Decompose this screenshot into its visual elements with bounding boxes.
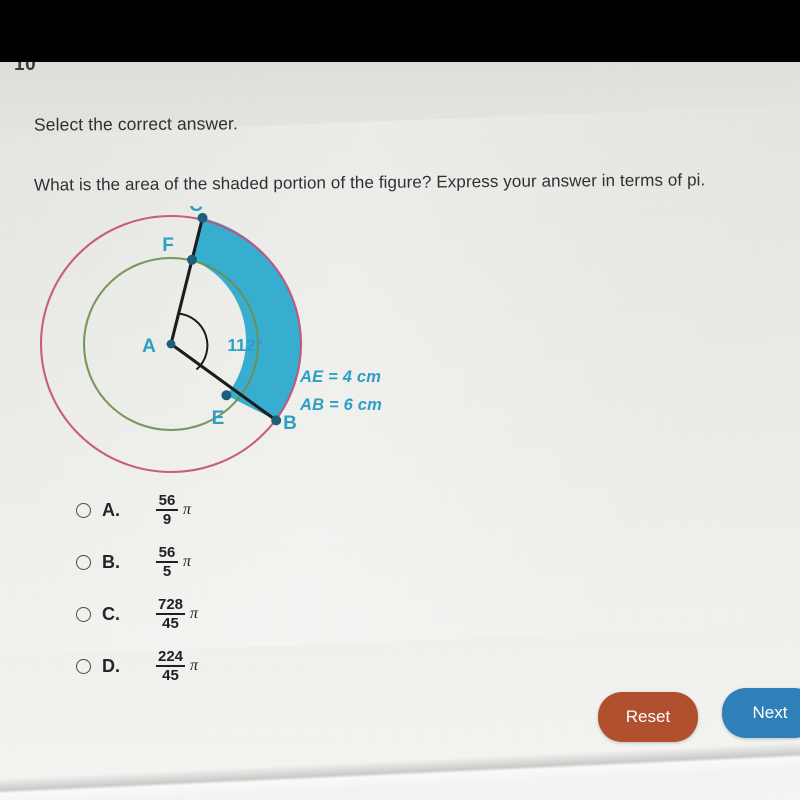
option-row-b[interactable]: B. 56 5 π [76, 536, 198, 588]
option-letter-c: C. [102, 603, 120, 624]
option-letter-a: A. [102, 499, 120, 520]
fraction-denominator-b: 5 [162, 563, 172, 580]
angle-label: 112° [227, 335, 262, 355]
point-dot-b [271, 415, 282, 426]
screenshot-root: 10 Select the correct answer. What is th… [0, 0, 800, 800]
pi-symbol-b: π [183, 553, 192, 570]
fraction-numerator-a: 56 [158, 491, 176, 509]
option-row-d[interactable]: D. 224 45 π [76, 640, 198, 692]
figure-svg: C F A E B 112° [39, 206, 303, 474]
label-b: B [283, 413, 297, 434]
pi-symbol-c: π [190, 605, 199, 622]
label-e: E [212, 408, 225, 429]
answer-options-list: A. 56 9 π B. 56 5 π C. 728 45 π D. 224 4… [76, 484, 198, 692]
fraction-numerator-b: 56 [158, 543, 176, 561]
pi-symbol-d: π [190, 657, 199, 674]
fraction-b: 56 5 [156, 543, 178, 580]
instruction-text: Select the correct answer. [33, 113, 239, 135]
fraction-a: 56 9 [156, 491, 178, 528]
fraction-numerator-d: 224 [158, 647, 184, 665]
point-dot-e [221, 390, 232, 401]
point-dot-f [187, 254, 197, 265]
fraction-d: 224 45 [156, 647, 186, 684]
radius-line-ac [169, 216, 205, 346]
point-dot-a [166, 339, 176, 349]
fraction-denominator-a: 9 [162, 511, 172, 528]
option-row-a[interactable]: A. 56 9 π [76, 484, 198, 536]
option-letter-b: B. [102, 551, 120, 572]
fraction-denominator-d: 45 [162, 667, 179, 684]
radio-button-b[interactable] [76, 554, 91, 570]
option-letter-d: D. [102, 655, 120, 676]
shaded-annular-sector [192, 217, 302, 421]
pi-symbol-a: π [183, 501, 192, 518]
option-value-b: 56 5 π [156, 543, 192, 580]
fraction-numerator-c: 728 [158, 595, 184, 613]
fraction-c: 728 45 [156, 595, 186, 632]
option-value-a: 56 9 π [156, 491, 192, 528]
option-row-c[interactable]: C. 728 45 π [76, 588, 198, 640]
radio-button-c[interactable] [76, 606, 91, 622]
radio-button-d[interactable] [76, 658, 91, 674]
top-black-bar [0, 0, 800, 62]
option-value-d: 224 45 π [156, 647, 199, 684]
next-button[interactable]: Next [722, 688, 800, 738]
option-value-c: 728 45 π [156, 595, 199, 632]
radio-button-a[interactable] [76, 502, 91, 518]
label-f: F [162, 235, 174, 256]
label-a: A [142, 336, 156, 357]
geometry-figure: C F A E B 112° [18, 206, 458, 486]
label-c: C [189, 206, 203, 216]
reset-button[interactable]: Reset [598, 692, 698, 742]
fraction-denominator-c: 45 [162, 615, 179, 632]
